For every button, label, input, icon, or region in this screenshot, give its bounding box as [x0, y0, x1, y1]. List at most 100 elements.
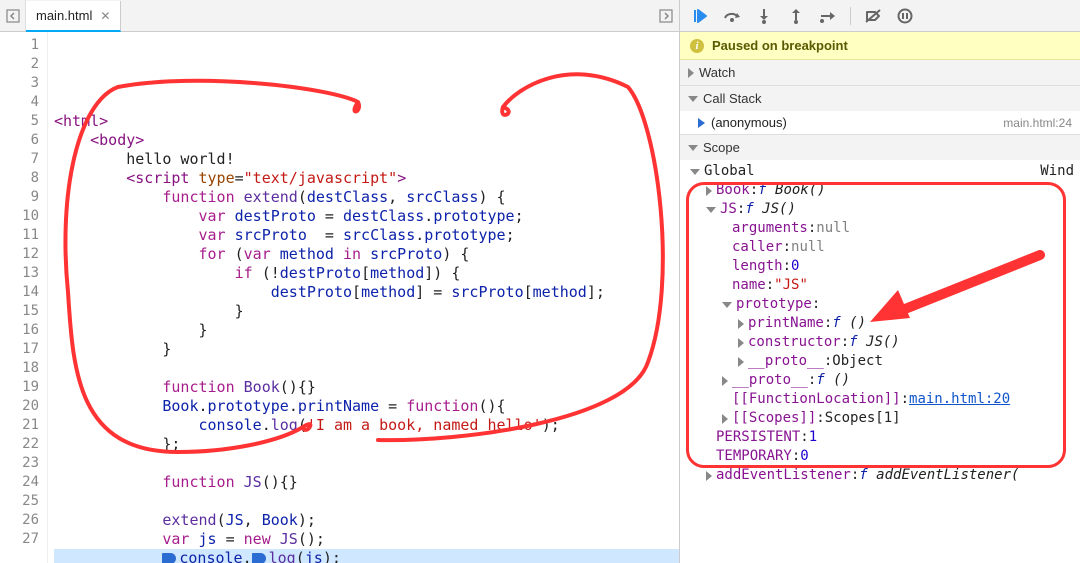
- line-number[interactable]: 4: [0, 93, 39, 112]
- watch-header[interactable]: Watch: [680, 60, 1080, 85]
- line-number[interactable]: 12: [0, 245, 39, 264]
- scope-value: null: [816, 219, 850, 238]
- scope-row[interactable]: [[Scopes]]: Scopes[1]: [680, 409, 1080, 428]
- code-line[interactable]: Book.prototype.printName = function(){: [54, 397, 679, 416]
- line-number[interactable]: 18: [0, 359, 39, 378]
- code-line[interactable]: }: [54, 340, 679, 359]
- line-number[interactable]: 21: [0, 416, 39, 435]
- code-line[interactable]: function Book(){}: [54, 378, 679, 397]
- scope-row[interactable]: [[FunctionLocation]]: main.html:20: [680, 390, 1080, 409]
- code-line[interactable]: var destProto = destClass.prototype;: [54, 207, 679, 226]
- line-number[interactable]: 11: [0, 226, 39, 245]
- scope-row[interactable]: caller: null: [680, 238, 1080, 257]
- scope-value: 0: [791, 257, 799, 276]
- scope-row[interactable]: __proto__: f (): [680, 371, 1080, 390]
- chevron-down-icon: [690, 169, 700, 175]
- scope-row[interactable]: length: 0: [680, 257, 1080, 276]
- line-number[interactable]: 5: [0, 112, 39, 131]
- code-line[interactable]: console.log(js);: [54, 549, 679, 563]
- line-number[interactable]: 2: [0, 55, 39, 74]
- code-line[interactable]: }: [54, 302, 679, 321]
- frame-location[interactable]: main.html:24: [1003, 116, 1072, 130]
- line-number[interactable]: 27: [0, 530, 39, 549]
- line-number[interactable]: 10: [0, 207, 39, 226]
- code-line[interactable]: <body>: [54, 131, 679, 150]
- code-line[interactable]: for (var method in srcProto) {: [54, 245, 679, 264]
- scope-row[interactable]: addEventListener: f addEventListener(: [680, 466, 1080, 485]
- scope-row[interactable]: JS: f JS(): [680, 200, 1080, 219]
- pause-on-exceptions-button[interactable]: [891, 4, 919, 28]
- scope-value: 1: [809, 428, 817, 447]
- code-line[interactable]: hello world!: [54, 150, 679, 169]
- scope-row[interactable]: constructor: f JS(): [680, 333, 1080, 352]
- line-number[interactable]: 7: [0, 150, 39, 169]
- scope-row[interactable]: TEMPORARY: 0: [680, 447, 1080, 466]
- line-number[interactable]: 1: [0, 36, 39, 55]
- code-line[interactable]: function JS(){}: [54, 473, 679, 492]
- scope-row[interactable]: prototype:: [680, 295, 1080, 314]
- line-number[interactable]: 13: [0, 264, 39, 283]
- code-line[interactable]: console.log('I am a book, named hello');: [54, 416, 679, 435]
- code-line[interactable]: [54, 454, 679, 473]
- scope-value: "JS": [774, 276, 808, 295]
- line-number[interactable]: 16: [0, 321, 39, 340]
- step-out-button[interactable]: [782, 4, 810, 28]
- line-number[interactable]: 23: [0, 454, 39, 473]
- line-number[interactable]: 26: [0, 511, 39, 530]
- code-line[interactable]: var srcProto = srcClass.prototype;: [54, 226, 679, 245]
- line-number[interactable]: 17: [0, 340, 39, 359]
- step-into-button[interactable]: [750, 4, 778, 28]
- line-number[interactable]: 15: [0, 302, 39, 321]
- step-button[interactable]: [814, 4, 842, 28]
- code-area[interactable]: 1234567891011121314151617181920212223242…: [0, 32, 679, 563]
- scope-row[interactable]: printName: f (): [680, 314, 1080, 333]
- callstack-header[interactable]: Call Stack: [680, 86, 1080, 111]
- tab-main-html[interactable]: main.html ✕: [26, 1, 121, 32]
- code-line[interactable]: [54, 492, 679, 511]
- line-number[interactable]: 20: [0, 397, 39, 416]
- code-line[interactable]: extend(JS, Book);: [54, 511, 679, 530]
- code-line[interactable]: if (!destProto[method]) {: [54, 264, 679, 283]
- chevron-right-icon: [706, 186, 712, 196]
- current-frame-icon: [698, 118, 705, 128]
- chevron-right-icon: [738, 319, 744, 329]
- code-line[interactable]: function extend(destClass, srcClass) {: [54, 188, 679, 207]
- scope-header[interactable]: Scope: [680, 135, 1080, 160]
- code-line[interactable]: destProto[method] = srcProto[method];: [54, 283, 679, 302]
- code-line[interactable]: <html>: [54, 112, 679, 131]
- code-line[interactable]: [54, 359, 679, 378]
- line-number[interactable]: 6: [0, 131, 39, 150]
- frame-name: (anonymous): [711, 115, 787, 130]
- deactivate-breakpoints-button[interactable]: [859, 4, 887, 28]
- line-gutter: 1234567891011121314151617181920212223242…: [0, 32, 48, 563]
- scope-row[interactable]: arguments: null: [680, 219, 1080, 238]
- code-content[interactable]: <html> <body> hello world! <script type=…: [48, 32, 679, 563]
- line-number[interactable]: 19: [0, 378, 39, 397]
- close-icon[interactable]: ✕: [100, 9, 110, 23]
- line-number[interactable]: 9: [0, 188, 39, 207]
- line-number[interactable]: 22: [0, 435, 39, 454]
- line-number[interactable]: 8: [0, 169, 39, 188]
- scope-global-row[interactable]: Global Wind: [680, 162, 1080, 181]
- callstack-frame[interactable]: (anonymous) main.html:24: [680, 111, 1080, 134]
- scope-row[interactable]: __proto__: Object: [680, 352, 1080, 371]
- code-line[interactable]: var js = new JS();: [54, 530, 679, 549]
- line-number[interactable]: 14: [0, 283, 39, 302]
- scope-label: Scope: [703, 140, 740, 155]
- show-navigator-button[interactable]: [653, 0, 679, 31]
- resume-button[interactable]: [686, 4, 714, 28]
- scope-section: Scope Global Wind Book: f Book()JS: f JS…: [680, 135, 1080, 563]
- step-over-button[interactable]: [718, 4, 746, 28]
- code-line[interactable]: <script type="text/javascript">: [54, 169, 679, 188]
- scope-key: constructor: [748, 333, 841, 352]
- nav-back-button[interactable]: [0, 0, 26, 31]
- scope-row[interactable]: name: "JS": [680, 276, 1080, 295]
- scope-row[interactable]: Book: f Book(): [680, 181, 1080, 200]
- code-line[interactable]: }: [54, 321, 679, 340]
- code-line[interactable]: };: [54, 435, 679, 454]
- line-number[interactable]: 25: [0, 492, 39, 511]
- line-number[interactable]: 3: [0, 74, 39, 93]
- scope-row[interactable]: PERSISTENT: 1: [680, 428, 1080, 447]
- scope-key: [[Scopes]]: [732, 409, 816, 428]
- line-number[interactable]: 24: [0, 473, 39, 492]
